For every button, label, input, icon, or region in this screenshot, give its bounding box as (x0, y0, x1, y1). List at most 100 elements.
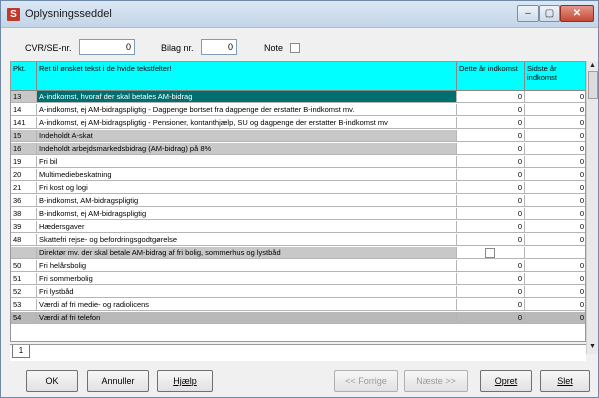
cell-sidste-aar[interactable]: 0 (525, 260, 585, 272)
cell-sidste-aar[interactable]: 0 (525, 299, 585, 311)
cell-pkt[interactable]: 16 (11, 143, 37, 155)
cell-sidste-aar[interactable]: 0 (525, 143, 585, 155)
cell-sidste-aar[interactable]: 0 (525, 208, 585, 220)
cell-dette-aar[interactable]: 0 (457, 299, 525, 311)
help-button[interactable]: Hjælp (157, 370, 213, 392)
cell-text[interactable]: Indeholdt A-skat (37, 130, 457, 142)
cell-sidste-aar[interactable]: 0 (525, 182, 585, 194)
cell-dette-aar[interactable]: 0 (457, 234, 525, 246)
tab-1[interactable]: 1 (12, 345, 30, 358)
scroll-down-icon[interactable]: ▼ (589, 343, 596, 350)
cell-sidste-aar[interactable]: 0 (525, 273, 585, 285)
vertical-scrollbar[interactable]: ▲ ▼ (586, 61, 598, 354)
scroll-up-icon[interactable]: ▲ (589, 62, 596, 69)
table-row[interactable]: 15 Indeholdt A-skat 0 0 (11, 130, 585, 142)
cell-dette-aar[interactable]: 0 (457, 169, 525, 181)
cell-dette-aar[interactable] (457, 247, 525, 259)
cell-pkt[interactable] (11, 247, 37, 259)
bilag-input[interactable]: 0 (201, 39, 237, 55)
cell-pkt[interactable]: 39 (11, 221, 37, 233)
cell-pkt[interactable]: 20 (11, 169, 37, 181)
table-row[interactable]: 54 Værdi af fri telefon 0 0 (11, 312, 585, 324)
cell-text[interactable]: Skattefri rejse- og befordringsgodtgørel… (37, 234, 457, 246)
cell-pkt[interactable]: 51 (11, 273, 37, 285)
table-row[interactable]: 53 Værdi af fri medie- og radiolicens 0 0 (11, 299, 585, 311)
cell-text[interactable]: Direktør mv. der skal betale AM-bidrag a… (37, 247, 457, 259)
cell-sidste-aar[interactable]: 0 (525, 195, 585, 207)
previous-button[interactable]: << Forrige (334, 370, 398, 392)
cell-text[interactable]: Fri bil (37, 156, 457, 168)
table-row[interactable]: 52 Fri lystbåd 0 0 (11, 286, 585, 298)
cell-dette-aar[interactable]: 0 (457, 91, 525, 103)
cell-pkt[interactable]: 36 (11, 195, 37, 207)
cell-pkt[interactable]: 54 (11, 312, 37, 324)
cell-dette-aar[interactable]: 0 (457, 195, 525, 207)
cancel-button[interactable]: Annuller (87, 370, 149, 392)
cell-sidste-aar[interactable]: 0 (525, 234, 585, 246)
create-button[interactable]: Opret (480, 370, 532, 392)
table-row[interactable]: 50 Fri helårsbolig 0 0 (11, 260, 585, 272)
cell-sidste-aar[interactable]: 0 (525, 104, 585, 116)
cell-dette-aar[interactable]: 0 (457, 143, 525, 155)
cell-sidste-aar[interactable]: 0 (525, 130, 585, 142)
table-row[interactable]: 19 Fri bil 0 0 (11, 156, 585, 168)
table-row[interactable]: 13 A-indkomst, hvoraf der skal betales AM… (11, 91, 585, 103)
cell-dette-aar[interactable]: 0 (457, 130, 525, 142)
next-button[interactable]: Næste >> (404, 370, 468, 392)
cell-pkt[interactable]: 52 (11, 286, 37, 298)
minimize-button[interactable]: – (517, 5, 539, 22)
cell-pkt[interactable]: 13 (11, 91, 37, 103)
table-row[interactable]: 51 Fri sommerbolig 0 0 (11, 273, 585, 285)
cell-sidste-aar[interactable]: 0 (525, 286, 585, 298)
table-row[interactable]: 16 Indeholdt arbejdsmarkedsbidrag (AM-bid… (11, 143, 585, 155)
cell-text[interactable]: A-indkomst, ej AM-bidragspligtig - Dagpe… (37, 104, 457, 116)
cell-dette-aar[interactable]: 0 (457, 221, 525, 233)
cell-text[interactable]: Fri sommerbolig (37, 273, 457, 285)
cvr-input[interactable]: 0 (79, 39, 135, 55)
table-row[interactable]: 14 A-indkomst, ej AM-bidragspligtig - Dag… (11, 104, 585, 116)
delete-button[interactable]: Slet (540, 370, 590, 392)
cell-sidste-aar[interactable]: 0 (525, 312, 585, 324)
cell-text[interactable]: Multimediebeskatning (37, 169, 457, 181)
table-row[interactable]: Direktør mv. der skal betale AM-bidrag a… (11, 247, 585, 259)
cell-dette-aar[interactable]: 0 (457, 286, 525, 298)
cell-sidste-aar[interactable] (525, 247, 585, 259)
table-row[interactable]: 21 Fri kost og logi 0 0 (11, 182, 585, 194)
cell-dette-aar[interactable]: 0 (457, 208, 525, 220)
cell-dette-aar[interactable]: 0 (457, 104, 525, 116)
cell-dette-aar[interactable]: 0 (457, 260, 525, 272)
cell-text[interactable]: Hædersgaver (37, 221, 457, 233)
cell-text[interactable]: Fri helårsbolig (37, 260, 457, 272)
cell-text[interactable]: B-indkomst, ej AM-bidragspligtig (37, 208, 457, 220)
cell-pkt[interactable]: 14 (11, 104, 37, 116)
cell-text[interactable]: A-indkomst, ej AM-bidragspligtig - Pensi… (37, 117, 457, 129)
cell-dette-aar[interactable]: 0 (457, 273, 525, 285)
table-row[interactable]: 20 Multimediebeskatning 0 0 (11, 169, 585, 181)
cell-pkt[interactable]: 15 (11, 130, 37, 142)
cell-sidste-aar[interactable]: 0 (525, 169, 585, 181)
cell-pkt[interactable]: 19 (11, 156, 37, 168)
cell-sidste-aar[interactable]: 0 (525, 117, 585, 129)
maximize-button[interactable]: ▢ (539, 5, 560, 22)
cell-sidste-aar[interactable]: 0 (525, 156, 585, 168)
cell-dette-aar[interactable]: 0 (457, 312, 525, 324)
cell-pkt[interactable]: 21 (11, 182, 37, 194)
cell-pkt[interactable]: 141 (11, 117, 37, 129)
cell-pkt[interactable]: 53 (11, 299, 37, 311)
cell-text[interactable]: Indeholdt arbejdsmarkedsbidrag (AM-bidra… (37, 143, 457, 155)
table-row[interactable]: 36 B-indkomst, AM-bidragspligtig 0 0 (11, 195, 585, 207)
close-button[interactable]: ✕ (560, 5, 594, 22)
cell-text[interactable]: Værdi af fri medie- og radiolicens (37, 299, 457, 311)
cell-text[interactable]: Fri kost og logi (37, 182, 457, 194)
cell-dette-aar[interactable]: 0 (457, 182, 525, 194)
note-checkbox[interactable] (290, 43, 300, 53)
cell-text[interactable]: A-indkomst, hvoraf der skal betales AM-b… (37, 91, 457, 103)
cell-text[interactable]: Værdi af fri telefon (37, 312, 457, 324)
table-row[interactable]: 141 A-indkomst, ej AM-bidragspligtig - Pe… (11, 117, 585, 129)
cell-text[interactable]: B-indkomst, AM-bidragspligtig (37, 195, 457, 207)
cell-sidste-aar[interactable]: 0 (525, 91, 585, 103)
cell-sidste-aar[interactable]: 0 (525, 221, 585, 233)
cell-text[interactable]: Fri lystbåd (37, 286, 457, 298)
table-row[interactable]: 48 Skattefri rejse- og befordringsgodtgør… (11, 234, 585, 246)
cell-dette-aar[interactable]: 0 (457, 117, 525, 129)
